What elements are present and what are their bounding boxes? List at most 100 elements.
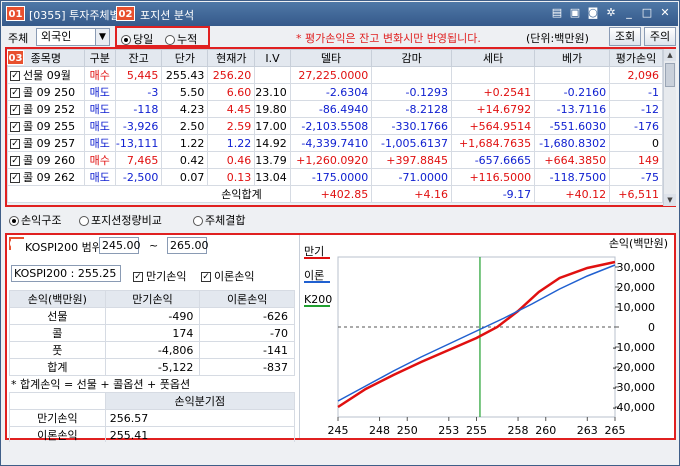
option-combine[interactable]: 주체결합 <box>193 212 245 228</box>
col-header-price[interactable]: 단가 <box>161 49 209 67</box>
camera-icon[interactable]: ◙ <box>586 6 600 20</box>
radio-today[interactable]: 당일 <box>121 31 153 47</box>
x-tick-label: 258 <box>508 424 529 437</box>
cell-price: 0.42 <box>161 151 209 169</box>
cell-theta: +0.2541 <box>450 83 536 101</box>
subject-select[interactable]: 외국인 ▼ <box>36 28 110 46</box>
check-maturity[interactable]: ✓ 만기손익 <box>133 268 186 284</box>
col-header-current[interactable]: 현재가 <box>207 49 256 67</box>
cell-theta: +14.6792 <box>450 100 536 118</box>
col-header-delta[interactable]: 델타 <box>289 49 373 67</box>
checkbox-checked-icon[interactable]: ✓ <box>10 156 20 166</box>
close-icon[interactable]: ✕ <box>658 6 672 20</box>
cell-iv: 19.80 <box>254 100 291 118</box>
check-theory[interactable]: ✓ 이론손익 <box>201 268 254 284</box>
settings-gear-icon[interactable]: ✲ <box>604 6 618 20</box>
pl-row-maturity: 174 <box>104 324 201 342</box>
cell-pl: -12 <box>609 100 663 118</box>
cell-iv: 17.00 <box>254 117 291 135</box>
cell-balance: -3,926 <box>114 117 163 135</box>
option-structure-label: 손익구조 <box>21 214 62 227</box>
pl-row-maturity: -490 <box>104 307 201 325</box>
scroll-up-icon[interactable]: ▲ <box>664 49 676 61</box>
window-tab-title[interactable]: 포지션 분석 <box>140 7 194 23</box>
cell-type: 매도 <box>83 134 116 152</box>
col-header-balance[interactable]: 잔고 <box>114 49 163 67</box>
save-icon[interactable]: ▣ <box>568 6 582 20</box>
y-tick-label: -10,000 <box>613 341 655 354</box>
cell-vega: +664.3850 <box>534 151 611 169</box>
cell-gamma: -8.2128 <box>371 100 452 118</box>
table-row[interactable]: ✓ 선물 09월 매수 5,445 255.43 256.20 27,225.0000 2,0… <box>7 66 663 84</box>
cell-delta: -175.0000 <box>289 168 373 186</box>
pl-header-maturity: 만기손익 <box>104 290 201 308</box>
title-bar: 01 [0355] 투자주체별 02 포지션 분석 ▤ ▣ ◙ ✲ _ □ ✕ <box>2 2 678 26</box>
cell-balance: -3 <box>114 83 163 101</box>
cell-price: 255.43 <box>161 66 209 84</box>
print-icon[interactable]: ▤ <box>550 6 564 20</box>
radio-today-label: 당일 <box>133 33 154 46</box>
unit-label: (단위:백만원) <box>526 32 589 45</box>
total-gamma: +4.16 <box>371 185 452 203</box>
pl-row: 합계 -5,122 -837 <box>9 358 295 376</box>
cell-pl: 149 <box>609 151 663 169</box>
maximize-icon[interactable]: □ <box>640 6 654 20</box>
table-row[interactable]: ✓ 콜 09 255 매도 -3,926 2.50 2.59 17.00 -2,103.550… <box>7 117 663 135</box>
grid-scrollbar[interactable]: ▲ ▼ <box>663 49 676 206</box>
col-header-pl[interactable]: 평가손익 <box>609 49 663 67</box>
query-button[interactable]: 조회 <box>609 27 641 46</box>
table-row[interactable]: ✓ 콜 09 262 매도 -2,500 0.07 0.13 13.04 -175.0000-… <box>7 168 663 186</box>
col-header-gamma[interactable]: 감마 <box>371 49 452 67</box>
col-header-iv[interactable]: I.V <box>254 49 291 67</box>
cell-name: ✓ 콜 09 262 <box>7 168 85 186</box>
table-row[interactable]: ✓ 콜 09 257 매도 -13,111 1.22 1.22 14.92 -4,339.74… <box>7 134 663 152</box>
chevron-down-icon[interactable]: ▼ <box>95 29 109 45</box>
scroll-thumb[interactable] <box>665 63 675 87</box>
checkbox-checked-icon[interactable]: ✓ <box>10 71 20 81</box>
table-row[interactable]: ✓ 콜 09 250 매도 -3 5.50 6.60 23.10 -2.6304 -0.1293… <box>7 83 663 101</box>
range-from-input[interactable]: 245.00 <box>99 237 141 254</box>
table-row[interactable]: ✓ 콜 09 260 매수 7,465 0.42 0.46 13.79 +1,260.0920… <box>7 151 663 169</box>
table-row[interactable]: ✓ 콜 09 252 매도 -118 4.23 4.45 19.80 -86.4940 -8.2… <box>7 100 663 118</box>
bep-row: 이론손익 255.41 <box>9 426 296 444</box>
cell-iv: 13.04 <box>254 168 291 186</box>
cell-gamma <box>371 66 452 84</box>
checkbox-checked-icon[interactable]: ✓ <box>10 88 20 98</box>
radio-cumulative[interactable]: 누적 <box>165 31 197 47</box>
y-tick-label: -40,000 <box>613 401 655 414</box>
cell-delta: -86.4940 <box>289 100 373 118</box>
cell-gamma: -330.1766 <box>371 117 452 135</box>
x-tick-label: 263 <box>577 424 598 437</box>
col-header-vega[interactable]: 베가 <box>534 49 611 67</box>
grid-total-row: 손익합계 +402.85 +4.16 -9.17 +40.12 +6,511 <box>7 185 663 203</box>
cell-theta <box>450 66 536 84</box>
col-header-theta[interactable]: 세타 <box>450 49 536 67</box>
radio-cumulative-label: 누적 <box>177 33 198 46</box>
note-button[interactable]: 주의 <box>644 27 676 46</box>
option-structure[interactable]: 손익구조 <box>9 212 61 228</box>
badge-03: 03 <box>7 50 24 65</box>
checkbox-checked-icon[interactable]: ✓ <box>10 122 20 132</box>
minimize-icon[interactable]: _ <box>622 6 636 20</box>
cell-name: ✓ 콜 09 250 <box>7 83 85 101</box>
radio-unselected-icon <box>193 216 203 226</box>
y-axis-title: 손익(백만원) <box>609 237 668 250</box>
y-tick-label: 0 <box>648 321 655 334</box>
scroll-down-icon[interactable]: ▼ <box>664 194 676 206</box>
pl-row: 풋 -4,806 -141 <box>9 341 295 359</box>
checkbox-checked-icon[interactable]: ✓ <box>10 139 20 149</box>
bep-row-value: 256.57 <box>104 409 296 427</box>
option-compare[interactable]: 포지션정량비교 <box>79 212 162 228</box>
checkbox-checked-icon[interactable]: ✓ <box>10 173 20 183</box>
cell-price: 1.22 <box>161 134 209 152</box>
cell-price: 2.50 <box>161 117 209 135</box>
cell-name: ✓ 콜 09 255 <box>7 117 85 135</box>
bep-row-label: 만기손익 <box>9 409 106 427</box>
range-to-input[interactable]: 265.00 <box>167 237 209 254</box>
row-name-label: 콜 09 260 <box>23 154 76 167</box>
cell-theta: +564.9514 <box>450 117 536 135</box>
col-header-type[interactable]: 구분 <box>83 49 116 67</box>
checkbox-checked-icon[interactable]: ✓ <box>10 105 20 115</box>
cell-current: 2.59 <box>207 117 256 135</box>
pl-row-theory: -626 <box>199 307 295 325</box>
